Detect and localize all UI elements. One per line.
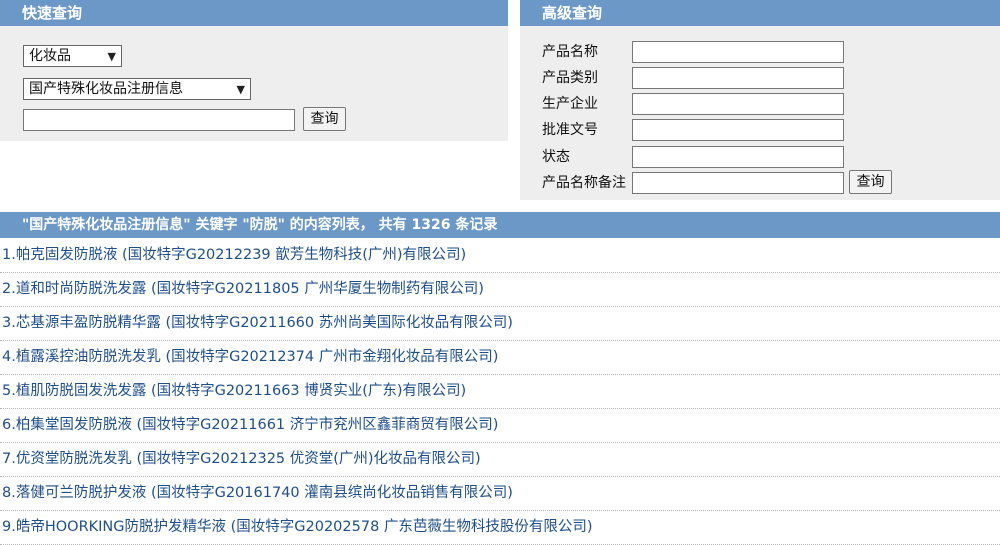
result-link[interactable]: 5.植肌防脱固发洗发露 (国妆特字G20211663 博贤实业(广东)有限公司) <box>2 383 466 399</box>
advanced-search-button[interactable]: 查询 <box>849 170 892 194</box>
database-select[interactable]: 国产特殊化妆品注册信息 ▼ <box>23 78 251 100</box>
field-label-product-remark: 产品名称备注 <box>542 175 626 191</box>
list-item: 3.芯基源丰盈防脱精华露 (国妆特字G20211660 苏州尚美国际化妆品有限公… <box>0 307 1000 341</box>
field-label-product-category: 产品类别 <box>542 70 598 86</box>
approval-number-input[interactable] <box>632 119 844 141</box>
result-link[interactable]: 4.植露溪控油防脱洗发乳 (国妆特字G20212374 广州市金翔化妆品有限公司… <box>2 349 498 365</box>
result-link[interactable]: 1.帕克固发防脱液 (国妆特字G20212239 歆芳生物科技(广州)有限公司) <box>2 247 466 263</box>
quick-search-button[interactable]: 查询 <box>303 107 346 131</box>
quick-search-title: 快速查询 <box>0 0 508 26</box>
field-label-product-name: 产品名称 <box>542 44 598 60</box>
chevron-down-icon: ▼ <box>236 83 245 96</box>
product-remark-input[interactable] <box>632 172 844 194</box>
result-link[interactable]: 6.柏集堂固发防脱液 (国妆特字G20211661 济宁市兖州区鑫菲商贸有限公司… <box>2 417 498 433</box>
product-category-input[interactable] <box>632 67 844 89</box>
list-item: 4.植露溪控油防脱洗发乳 (国妆特字G20212374 广州市金翔化妆品有限公司… <box>0 341 1000 375</box>
list-item: 6.柏集堂固发防脱液 (国妆特字G20211661 济宁市兖州区鑫菲商贸有限公司… <box>0 409 1000 443</box>
list-item: 8.落健可兰防脱护发液 (国妆特字G20161740 灌南县缤尚化妆品销售有限公… <box>0 477 1000 511</box>
quick-search-panel: 快速查询 化妆品 ▼ 国产特殊化妆品注册信息 ▼ 查询 <box>0 0 508 141</box>
result-link[interactable]: 8.落健可兰防脱护发液 (国妆特字G20161740 灌南县缤尚化妆品销售有限公… <box>2 485 513 501</box>
manufacturer-input[interactable] <box>632 93 844 115</box>
advanced-search-title: 高级查询 <box>520 0 1000 26</box>
result-link[interactable]: 2.道和时尚防脱洗发露 (国妆特字G20211805 广州华厦生物制药有限公司) <box>2 281 484 297</box>
field-label-approval-number: 批准文号 <box>542 122 598 138</box>
status-input[interactable] <box>632 146 844 168</box>
list-item: 1.帕克固发防脱液 (国妆特字G20212239 歆芳生物科技(广州)有限公司) <box>0 239 1000 273</box>
result-link[interactable]: 3.芯基源丰盈防脱精华露 (国妆特字G20211660 苏州尚美国际化妆品有限公… <box>2 315 513 331</box>
category-select[interactable]: 化妆品 ▼ <box>23 45 122 67</box>
list-item: 5.植肌防脱固发洗发露 (国妆特字G20211663 博贤实业(广东)有限公司) <box>0 375 1000 409</box>
results-header: "国产特殊化妆品注册信息" 关键字 "防脱" 的内容列表， 共有 1326 条记… <box>0 212 1000 238</box>
list-item: 2.道和时尚防脱洗发露 (国妆特字G20211805 广州华厦生物制药有限公司) <box>0 273 1000 307</box>
keyword-input[interactable] <box>23 109 295 131</box>
list-item: 7.优资堂防脱洗发乳 (国妆特字G20212325 优资堂(广州)化妆品有限公司… <box>0 443 1000 477</box>
results-list: 1.帕克固发防脱液 (国妆特字G20212239 歆芳生物科技(广州)有限公司)… <box>0 239 1000 545</box>
result-link[interactable]: 9.皓帝HOORKING防脱护发精华液 (国妆特字G20202578 广东芭薇生… <box>2 519 593 535</box>
category-select-value: 化妆品 <box>29 48 71 64</box>
chevron-down-icon: ▼ <box>107 50 116 63</box>
advanced-search-panel: 高级查询 产品名称 产品类别 生产企业 批准文号 状态 产品名称备注 查询 <box>520 0 1000 200</box>
list-item: 9.皓帝HOORKING防脱护发精华液 (国妆特字G20202578 广东芭薇生… <box>0 511 1000 545</box>
field-label-status: 状态 <box>542 149 570 165</box>
result-link[interactable]: 7.优资堂防脱洗发乳 (国妆特字G20212325 优资堂(广州)化妆品有限公司… <box>2 451 481 467</box>
database-select-value: 国产特殊化妆品注册信息 <box>29 81 183 97</box>
field-label-manufacturer: 生产企业 <box>542 96 598 112</box>
product-name-input[interactable] <box>632 41 844 63</box>
